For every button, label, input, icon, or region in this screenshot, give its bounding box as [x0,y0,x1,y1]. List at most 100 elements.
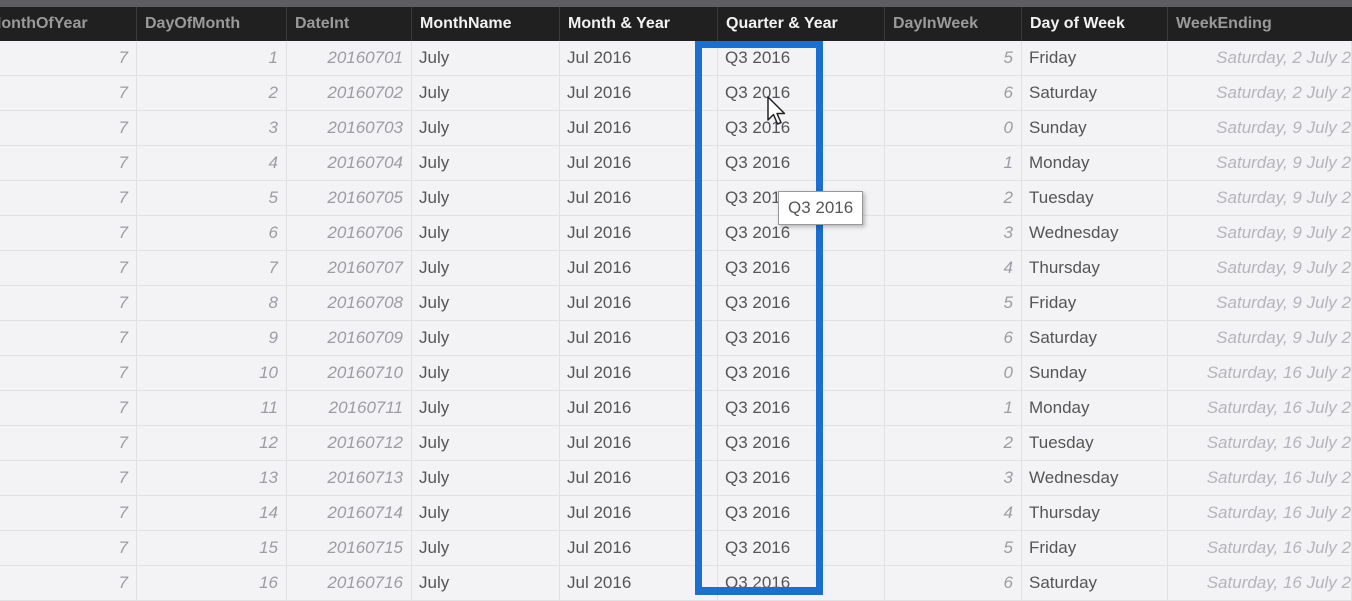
cell-monthofyear[interactable]: 7 [0,286,137,320]
cell-monthofyear[interactable]: 7 [0,41,137,75]
cell-weekending[interactable]: Saturday, 9 July 2 [1168,146,1352,180]
cell-dayinweek[interactable]: 1 [885,146,1022,180]
table-row[interactable]: 7 11 20160711 July Jul 2016 Q3 2016 1 Monday Sat… [0,391,1352,426]
cell-monthname[interactable]: July [412,531,560,565]
cell-monthofyear[interactable]: 7 [0,111,137,145]
column-header-monthname[interactable]: MonthName [412,7,560,41]
cell-monthyear[interactable]: Jul 2016 [560,426,718,460]
cell-dayinweek[interactable]: 3 [885,216,1022,250]
cell-quarteryear[interactable]: Q3 2016 [718,146,885,180]
cell-quarteryear[interactable]: Q3 2016 [718,531,885,565]
table-row[interactable]: 7 12 20160712 July Jul 2016 Q3 2016 2 Tuesday Sa… [0,426,1352,461]
cell-dateint[interactable]: 20160707 [287,251,412,285]
cell-monthofyear[interactable]: 7 [0,356,137,390]
column-header-monthyear[interactable]: Month & Year [560,7,718,41]
cell-dayofmonth[interactable]: 12 [137,426,287,460]
cell-dayofweek[interactable]: Thursday [1022,496,1168,530]
cell-quarteryear[interactable]: Q3 2016 [718,356,885,390]
cell-monthofyear[interactable]: 7 [0,496,137,530]
cell-weekending[interactable]: Saturday, 9 July 2 [1168,111,1352,145]
cell-weekending[interactable]: Saturday, 9 July 2 [1168,181,1352,215]
cell-dayinweek[interactable]: 5 [885,531,1022,565]
cell-monthofyear[interactable]: 7 [0,391,137,425]
cell-dayofweek[interactable]: Monday [1022,391,1168,425]
cell-quarteryear[interactable]: Q3 2016 [718,391,885,425]
cell-quarteryear[interactable]: Q3 2016 [718,41,885,75]
cell-dayofmonth[interactable]: 4 [137,146,287,180]
cell-monthyear[interactable]: Jul 2016 [560,76,718,110]
cell-dateint[interactable]: 20160715 [287,531,412,565]
cell-weekending[interactable]: Saturday, 9 July 2 [1168,251,1352,285]
cell-monthyear[interactable]: Jul 2016 [560,181,718,215]
cell-monthname[interactable]: July [412,496,560,530]
cell-monthofyear[interactable]: 7 [0,181,137,215]
cell-dayofweek[interactable]: Tuesday [1022,181,1168,215]
column-header-dayofmonth[interactable]: DayOfMonth [137,7,287,41]
table-row[interactable]: 7 15 20160715 July Jul 2016 Q3 2016 5 Friday Sat… [0,531,1352,566]
cell-dayofweek[interactable]: Saturday [1022,76,1168,110]
cell-dateint[interactable]: 20160701 [287,41,412,75]
cell-monthofyear[interactable]: 7 [0,251,137,285]
cell-dayofweek[interactable]: Sunday [1022,111,1168,145]
cell-dateint[interactable]: 20160713 [287,461,412,495]
cell-weekending[interactable]: Saturday, 9 July 2 [1168,216,1352,250]
cell-monthofyear[interactable]: 7 [0,531,137,565]
column-header-dayinweek[interactable]: DayInWeek [885,7,1022,41]
cell-weekending[interactable]: Saturday, 16 July 2 [1168,461,1352,495]
cell-quarteryear[interactable]: Q3 2016 [718,286,885,320]
cell-quarteryear[interactable]: Q3 2016 [718,251,885,285]
column-header-dayofweek[interactable]: Day of Week [1022,7,1168,41]
cell-monthyear[interactable]: Jul 2016 [560,286,718,320]
cell-dayofmonth[interactable]: 9 [137,321,287,355]
cell-dayofmonth[interactable]: 14 [137,496,287,530]
cell-dayofweek[interactable]: Wednesday [1022,216,1168,250]
cell-dayofweek[interactable]: Sunday [1022,356,1168,390]
cell-monthofyear[interactable]: 7 [0,146,137,180]
cell-dayofmonth[interactable]: 10 [137,356,287,390]
cell-monthofyear[interactable]: 7 [0,461,137,495]
cell-monthname[interactable]: July [412,251,560,285]
cell-dayofmonth[interactable]: 3 [137,111,287,145]
cell-dayofweek[interactable]: Monday [1022,146,1168,180]
table-row[interactable]: 7 9 20160709 July Jul 2016 Q3 2016 6 Saturday Sa… [0,321,1352,356]
cell-monthname[interactable]: July [412,426,560,460]
cell-monthyear[interactable]: Jul 2016 [560,251,718,285]
column-header-quarteryear[interactable]: Quarter & Year [718,7,885,41]
cell-monthname[interactable]: July [412,41,560,75]
table-row[interactable]: 7 16 20160716 July Jul 2016 Q3 2016 6 Saturday S… [0,566,1352,601]
cell-monthyear[interactable]: Jul 2016 [560,461,718,495]
cell-monthyear[interactable]: Jul 2016 [560,111,718,145]
cell-monthofyear[interactable]: 7 [0,76,137,110]
cell-dayinweek[interactable]: 1 [885,391,1022,425]
cell-dateint[interactable]: 20160705 [287,181,412,215]
table-row[interactable]: 7 7 20160707 July Jul 2016 Q3 2016 4 Thursday Sa… [0,251,1352,286]
cell-dayofweek[interactable]: Friday [1022,286,1168,320]
cell-weekending[interactable]: Saturday, 16 July 2 [1168,496,1352,530]
cell-dayofmonth[interactable]: 2 [137,76,287,110]
cell-weekending[interactable]: Saturday, 16 July 2 [1168,426,1352,460]
table-row[interactable]: 7 13 20160713 July Jul 2016 Q3 2016 3 Wednesday… [0,461,1352,496]
cell-dayofweek[interactable]: Thursday [1022,251,1168,285]
cell-dayinweek[interactable]: 4 [885,251,1022,285]
cell-dayinweek[interactable]: 0 [885,356,1022,390]
cell-monthyear[interactable]: Jul 2016 [560,391,718,425]
table-row[interactable]: 7 3 20160703 July Jul 2016 Q3 2016 0 Sunday Satu… [0,111,1352,146]
cell-quarteryear[interactable]: Q3 2016 [718,321,885,355]
cell-monthofyear[interactable]: 7 [0,426,137,460]
cell-weekending[interactable]: Saturday, 2 July 2 [1168,76,1352,110]
cell-dayofmonth[interactable]: 15 [137,531,287,565]
cell-dayofweek[interactable]: Wednesday [1022,461,1168,495]
cell-monthname[interactable]: July [412,111,560,145]
cell-dayofweek[interactable]: Tuesday [1022,426,1168,460]
cell-monthname[interactable]: July [412,391,560,425]
cell-dateint[interactable]: 20160702 [287,76,412,110]
cell-dayofmonth[interactable]: 6 [137,216,287,250]
cell-dayofmonth[interactable]: 8 [137,286,287,320]
table-row[interactable]: 7 14 20160714 July Jul 2016 Q3 2016 4 Thursday S… [0,496,1352,531]
cell-dateint[interactable]: 20160712 [287,426,412,460]
cell-monthname[interactable]: July [412,146,560,180]
cell-dayofweek[interactable]: Friday [1022,41,1168,75]
cell-weekending[interactable]: Saturday, 9 July 2 [1168,286,1352,320]
cell-dayinweek[interactable]: 5 [885,286,1022,320]
cell-dateint[interactable]: 20160714 [287,496,412,530]
